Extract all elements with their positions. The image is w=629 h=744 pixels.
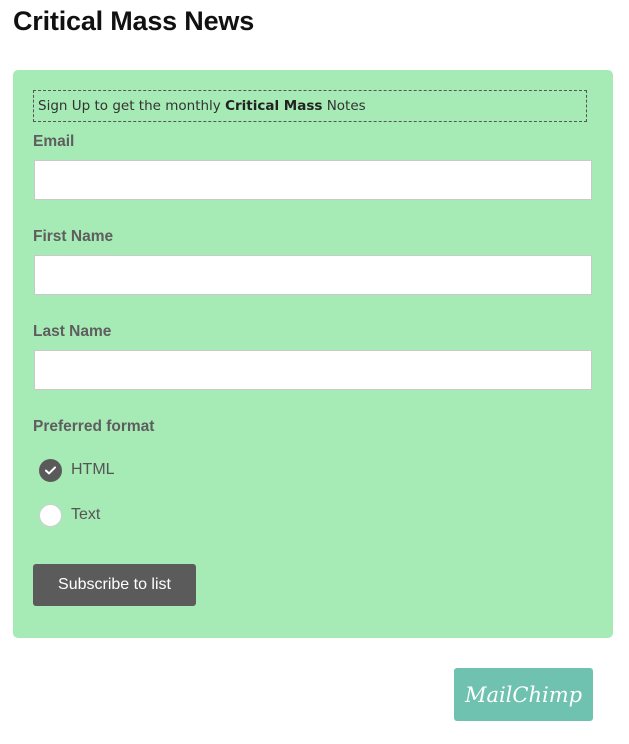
format-option-label: HTML bbox=[71, 461, 115, 478]
email-label: Email bbox=[33, 133, 75, 150]
signup-form: Sign Up to get the monthly Critical Mass… bbox=[13, 70, 613, 638]
format-label: Preferred format bbox=[33, 418, 155, 435]
format-option-html[interactable]: HTML bbox=[39, 458, 115, 482]
intro-suffix: Notes bbox=[322, 98, 366, 114]
subscribe-button[interactable]: Subscribe to list bbox=[33, 564, 196, 606]
last-name-label: Last Name bbox=[33, 323, 112, 340]
page-title: Critical Mass News bbox=[13, 6, 255, 36]
mailchimp-logo-text: MailChimp bbox=[464, 682, 583, 707]
format-option-label: Text bbox=[71, 506, 101, 523]
last-name-field[interactable] bbox=[34, 350, 592, 390]
checkmark-icon bbox=[45, 465, 56, 474]
first-name-label: First Name bbox=[33, 228, 114, 245]
signup-intro: Sign Up to get the monthly Critical Mass… bbox=[33, 90, 587, 122]
intro-prefix: Sign Up to get the monthly bbox=[38, 98, 226, 114]
format-option-text[interactable]: Text bbox=[39, 503, 100, 527]
first-name-field[interactable] bbox=[34, 255, 592, 295]
radio-text[interactable] bbox=[39, 503, 62, 527]
radio-html[interactable] bbox=[39, 458, 62, 482]
email-field[interactable] bbox=[34, 160, 592, 200]
mailchimp-badge[interactable]: MailChimp bbox=[454, 668, 593, 721]
intro-brand: Critical Mass bbox=[225, 98, 323, 114]
